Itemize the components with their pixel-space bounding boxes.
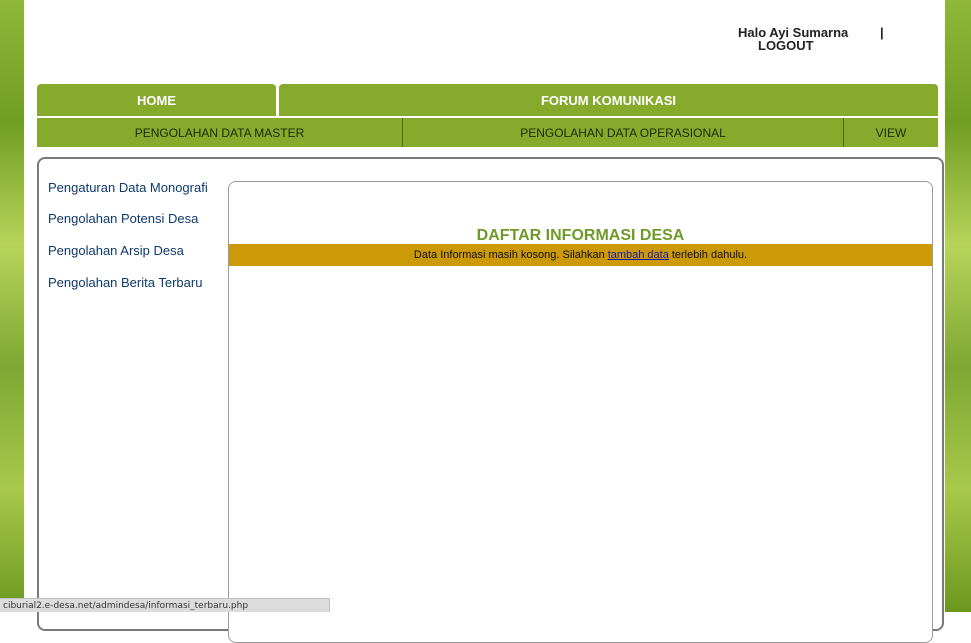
primary-nav: HOME FORUM KOMUNIKASI xyxy=(37,84,938,116)
status-bar-url: ciburial2.e-desa.net/admindesa/informasi… xyxy=(0,598,330,612)
separator: | xyxy=(880,25,884,40)
empty-notice-bar: Data Informasi masih kosong. Silahkan ta… xyxy=(229,244,932,266)
nav-forum-komunikasi[interactable]: FORUM KOMUNIKASI xyxy=(279,84,938,116)
background-grass-left xyxy=(0,0,24,612)
nav-home[interactable]: HOME xyxy=(37,84,276,116)
sidebar: Pengaturan Data Monografi Pengolahan Pot… xyxy=(48,181,223,308)
sidebar-item-pengaturan-data-monografi[interactable]: Pengaturan Data Monografi xyxy=(48,181,223,194)
user-box: Halo Ayi Sumarna | LOGOUT xyxy=(738,26,884,52)
sidebar-item-pengolahan-arsip-desa[interactable]: Pengolahan Arsip Desa xyxy=(48,244,223,257)
background-grass-right xyxy=(945,0,971,612)
add-data-link[interactable]: tambah data xyxy=(608,249,669,261)
logout-link[interactable]: LOGOUT xyxy=(758,39,848,52)
sidebar-item-pengolahan-berita-terbaru[interactable]: Pengolahan Berita Terbaru xyxy=(48,276,223,289)
nav-pengolahan-data-master[interactable]: PENGOLAHAN DATA MASTER xyxy=(37,118,403,147)
page: Halo Ayi Sumarna | LOGOUT HOME FORUM KOM… xyxy=(24,0,945,643)
page-title: DAFTAR INFORMASI DESA xyxy=(476,227,685,244)
nav-view[interactable]: VIEW xyxy=(844,118,938,147)
notice-text-before: Data Informasi masih kosong. Silahkan xyxy=(413,249,605,261)
secondary-nav: PENGOLAHAN DATA MASTER PENGOLAHAN DATA O… xyxy=(37,118,938,147)
notice-text-after: terlebih dahulu. xyxy=(671,249,748,261)
nav-pengolahan-data-operasional[interactable]: PENGOLAHAN DATA OPERASIONAL xyxy=(403,118,844,147)
content-box: Pengaturan Data Monografi Pengolahan Pot… xyxy=(37,157,944,643)
main-panel: DAFTAR INFORMASI DESA Data Informasi mas… xyxy=(228,181,933,643)
sidebar-item-pengolahan-potensi-desa[interactable]: Pengolahan Potensi Desa xyxy=(48,212,223,225)
